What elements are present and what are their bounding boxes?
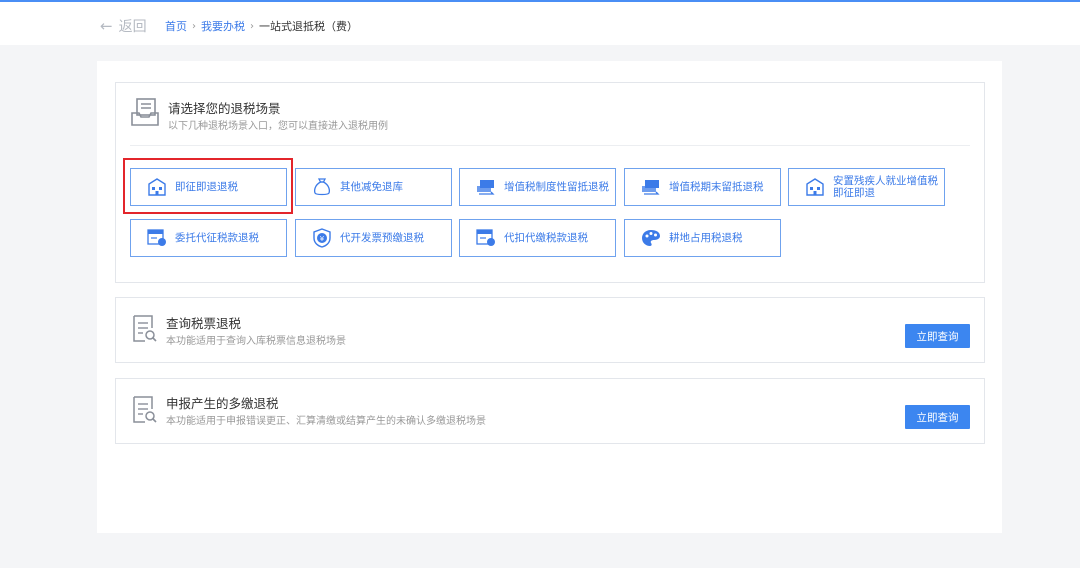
card-label: 耕地占用税退税 <box>669 232 743 244</box>
chevron-right-icon: › <box>192 20 196 32</box>
main-content: 请选择您的退税场景 以下几种退税场景入口，您可以直接进入退税用例 即征即退退税 … <box>97 61 1002 533</box>
breadcrumb-tax-service[interactable]: 我要办税 <box>201 18 245 34</box>
back-label: 返回 <box>118 19 147 35</box>
card-invoice-prepaid-refund[interactable]: ¥ 代开发票预缴退税 <box>295 219 452 257</box>
scene-panel-subtitle: 以下几种退税场景入口，您可以直接进入退税用例 <box>168 121 388 132</box>
document-person-icon <box>147 229 166 246</box>
document-search-icon <box>133 315 157 342</box>
query-panel-subtitle: 本功能适用于查询入库税票信息退税场景 <box>166 336 346 347</box>
header-bar: ← 返回 首页 › 我要办税 › 一站式退抵税（费） <box>0 2 1080 45</box>
card-label: 代开发票预缴退税 <box>340 232 424 244</box>
card-entrusted-collection-refund[interactable]: 委托代征税款退税 <box>130 219 287 257</box>
chevron-right-icon: › <box>250 20 254 32</box>
overpay-panel-subtitle: 本功能适用于申报错误更正、汇算清缴或结算产生的未确认多缴退税场景 <box>166 416 486 427</box>
card-label: 代扣代缴税款退税 <box>504 232 588 244</box>
svg-text:¥: ¥ <box>320 235 325 243</box>
query-now-button[interactable]: 立即查询 <box>905 405 970 429</box>
query-panel-title: 查询税票退税 <box>166 316 242 331</box>
card-label: 其他减免退库 <box>340 181 403 193</box>
card-vat-institutional-refund[interactable]: 增值税制度性留抵退税 <box>459 168 616 206</box>
shield-yen-icon: ¥ <box>313 228 331 248</box>
card-disabled-employment-refund[interactable]: 安置残疾人就业增值税即征即退 <box>788 168 945 206</box>
card-label: 安置残疾人就业增值税即征即退 <box>833 175 938 199</box>
card-withholding-refund[interactable]: 代扣代缴税款退税 <box>459 219 616 257</box>
card-other-reduction-refund[interactable]: 其他减免退库 <box>295 168 452 206</box>
breadcrumb-home[interactable]: 首页 <box>165 18 187 34</box>
query-refund-panel: 查询税票退税 本功能适用于查询入库税票信息退税场景 立即查询 <box>115 297 985 363</box>
arrow-left-icon: ← <box>100 17 113 35</box>
card-farmland-tax-refund[interactable]: 耕地占用税退税 <box>624 219 781 257</box>
exchange-icon <box>477 180 495 195</box>
money-bag-icon <box>314 178 330 196</box>
breadcrumb: 首页 › 我要办税 › 一站式退抵税（费） <box>165 18 358 34</box>
overpay-panel-title: 申报产生的多缴退税 <box>166 396 279 411</box>
inbox-tray-icon <box>131 98 159 126</box>
card-label: 委托代征税款退税 <box>175 232 259 244</box>
divider <box>130 145 970 146</box>
highlight-box <box>123 158 293 214</box>
query-now-button[interactable]: 立即查询 <box>905 324 970 348</box>
document-person-icon <box>476 229 495 246</box>
card-label: 增值税期末留抵退税 <box>669 181 764 193</box>
card-label: 增值税制度性留抵退税 <box>504 181 609 193</box>
exchange-icon <box>642 180 660 195</box>
document-search-icon <box>133 396 157 423</box>
back-button[interactable]: ← 返回 <box>100 16 147 36</box>
breadcrumb-current: 一站式退抵税（费） <box>259 20 358 33</box>
card-vat-period-end-refund[interactable]: 增值税期末留抵退税 <box>624 168 781 206</box>
building-icon <box>806 178 824 196</box>
palette-icon <box>642 230 660 246</box>
scene-panel-title: 请选择您的退税场景 <box>168 101 281 116</box>
overpay-refund-panel: 申报产生的多缴退税 本功能适用于申报错误更正、汇算清缴或结算产生的未确认多缴退税… <box>115 378 985 444</box>
